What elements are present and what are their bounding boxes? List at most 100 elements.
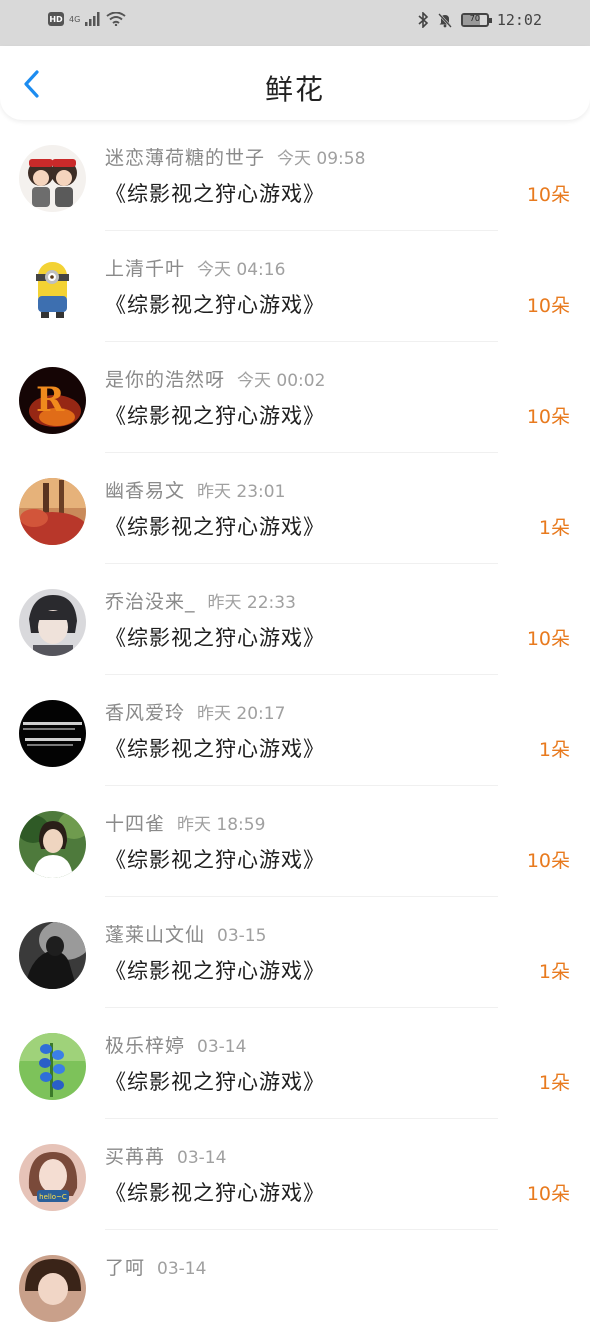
avatar[interactable] <box>19 811 86 878</box>
user-name[interactable]: 蓬莱山文仙 <box>105 924 205 946</box>
avatar-image <box>19 1033 86 1100</box>
user-name[interactable]: 极乐梓婷 <box>105 1035 185 1057</box>
avatar[interactable] <box>19 145 86 212</box>
list-item[interactable]: 极乐梓婷 03-14 《综影视之狩心游戏》 1朵 <box>0 1008 590 1119</box>
item-header: 是你的浩然呀 今天 00:02 <box>105 365 325 392</box>
flower-count: 1朵 <box>538 1072 570 1094</box>
work-title[interactable]: 《综影视之狩心游戏》 <box>105 400 325 430</box>
avatar[interactable] <box>19 589 86 656</box>
flower-count: 10朵 <box>526 295 570 317</box>
flower-count: 10朵 <box>526 184 570 206</box>
work-title[interactable]: 《综影视之狩心游戏》 <box>105 1177 325 1207</box>
avatar-image <box>19 700 86 767</box>
timestamp: 03-15 <box>217 926 267 946</box>
timestamp: 今天 00:02 <box>237 371 326 391</box>
avatar-image <box>19 478 86 545</box>
flower-count: 1朵 <box>538 961 570 983</box>
user-name[interactable]: 了呵 <box>105 1257 145 1279</box>
work-title[interactable]: 《综影视之狩心游戏》 <box>105 289 325 319</box>
work-title[interactable]: 《综影视之狩心游戏》 <box>105 733 325 763</box>
user-name[interactable]: 十四雀 <box>105 813 165 835</box>
item-header: 迷恋薄荷糖的世子 今天 09:58 <box>105 143 365 170</box>
item-header: 上清千叶 今天 04:16 <box>105 254 285 281</box>
list-item[interactable]: 乔治没来_ 昨天 22:33 《综影视之狩心游戏》 10朵 <box>0 564 590 675</box>
flower-list: 迷恋薄荷糖的世子 今天 09:58 《综影视之狩心游戏》 10朵 上清千叶 今天 0… <box>0 120 590 1341</box>
avatar[interactable] <box>19 700 86 767</box>
signal-icon <box>85 12 100 26</box>
timestamp: 昨天 23:01 <box>197 482 286 502</box>
list-item[interactable]: hello~C 买苒苒 03-14 《综影视之狩心游戏》 10朵 <box>0 1119 590 1230</box>
bluetooth-icon <box>418 12 429 28</box>
status-bar-right: 70 12:02 <box>417 11 542 29</box>
wifi-icon <box>106 12 126 26</box>
status-bar-left: HD 4G <box>48 12 126 26</box>
timestamp: 03-14 <box>177 1148 227 1168</box>
item-header: 香风爱玲 昨天 20:17 <box>105 698 285 725</box>
avatar[interactable] <box>19 1033 86 1100</box>
flower-count: 1朵 <box>538 739 570 761</box>
timestamp: 今天 09:58 <box>277 149 366 169</box>
list-item[interactable]: R 是你的浩然呀 今天 00:02 《综影视之狩心游戏》 10朵 <box>0 342 590 453</box>
list-item[interactable]: 了呵 03-14 <box>0 1230 590 1341</box>
user-name[interactable]: 幽香易文 <box>105 480 185 502</box>
timestamp: 今天 04:16 <box>197 260 286 280</box>
user-name[interactable]: 迷恋薄荷糖的世子 <box>105 147 265 169</box>
avatar-image: hello~C <box>19 1144 86 1211</box>
page-header: 鲜花 <box>0 46 590 120</box>
network-type: 4G <box>69 14 81 24</box>
item-header: 蓬莱山文仙 03-15 <box>105 920 266 947</box>
mute-bell-icon <box>437 13 452 28</box>
timestamp: 昨天 22:33 <box>207 593 296 613</box>
avatar-image <box>19 811 86 878</box>
avatar[interactable] <box>19 478 86 545</box>
work-title[interactable]: 《综影视之狩心游戏》 <box>105 955 325 985</box>
list-item[interactable]: 幽香易文 昨天 23:01 《综影视之狩心游戏》 1朵 <box>0 453 590 564</box>
timestamp: 昨天 20:17 <box>197 704 286 724</box>
work-title[interactable]: 《综影视之狩心游戏》 <box>105 178 325 208</box>
avatar-sticker-text: hello~C <box>39 1193 67 1201</box>
user-name[interactable]: 香风爱玲 <box>105 702 185 724</box>
avatar[interactable] <box>19 1255 86 1322</box>
user-name[interactable]: 买苒苒 <box>105 1146 165 1168</box>
avatar[interactable] <box>19 922 86 989</box>
avatar-image <box>19 589 86 656</box>
status-bar: HD 4G 70 12:02 <box>0 0 590 46</box>
flower-count: 10朵 <box>526 406 570 428</box>
item-header: 买苒苒 03-14 <box>105 1142 226 1169</box>
user-name[interactable]: 是你的浩然呀 <box>105 369 225 391</box>
hd-badge: HD <box>48 12 64 26</box>
avatar-image <box>19 256 86 323</box>
work-title[interactable]: 《综影视之狩心游戏》 <box>105 511 325 541</box>
avatar-image <box>19 145 86 212</box>
work-title[interactable]: 《综影视之狩心游戏》 <box>105 622 325 652</box>
flower-count: 10朵 <box>526 850 570 872</box>
item-header: 乔治没来_ 昨天 22:33 <box>105 587 296 614</box>
work-title[interactable]: 《综影视之狩心游戏》 <box>105 844 325 874</box>
status-time: 12:02 <box>496 11 542 29</box>
list-item[interactable]: 十四雀 昨天 18:59 《综影视之狩心游戏》 10朵 <box>0 786 590 897</box>
user-name[interactable]: 上清千叶 <box>105 258 185 280</box>
list-item[interactable]: 迷恋薄荷糖的世子 今天 09:58 《综影视之狩心游戏》 10朵 <box>0 120 590 231</box>
item-header: 幽香易文 昨天 23:01 <box>105 476 285 503</box>
list-item[interactable]: 上清千叶 今天 04:16 《综影视之狩心游戏》 10朵 <box>0 231 590 342</box>
item-header: 十四雀 昨天 18:59 <box>105 809 265 836</box>
user-name[interactable]: 乔治没来_ <box>105 591 196 613</box>
avatar[interactable]: hello~C <box>19 1144 86 1211</box>
page-title: 鲜花 <box>264 73 325 106</box>
avatar-image <box>19 1255 86 1322</box>
flower-count: 1朵 <box>538 517 570 539</box>
battery-icon: 70 <box>460 13 492 27</box>
battery-text: 70 <box>469 14 480 23</box>
flower-count: 10朵 <box>526 628 570 650</box>
flower-count: 10朵 <box>526 1183 570 1205</box>
avatar-image: R <box>19 367 86 434</box>
timestamp: 03-14 <box>197 1037 247 1057</box>
work-title[interactable]: 《综影视之狩心游戏》 <box>105 1066 325 1096</box>
avatar-image <box>19 922 86 989</box>
avatar-letter: R <box>36 380 65 420</box>
avatar[interactable]: R <box>19 367 86 434</box>
item-header: 极乐梓婷 03-14 <box>105 1031 246 1058</box>
list-item[interactable]: 蓬莱山文仙 03-15 《综影视之狩心游戏》 1朵 <box>0 897 590 1008</box>
avatar[interactable] <box>19 256 86 323</box>
list-item[interactable]: 香风爱玲 昨天 20:17 《综影视之狩心游戏》 1朵 <box>0 675 590 786</box>
